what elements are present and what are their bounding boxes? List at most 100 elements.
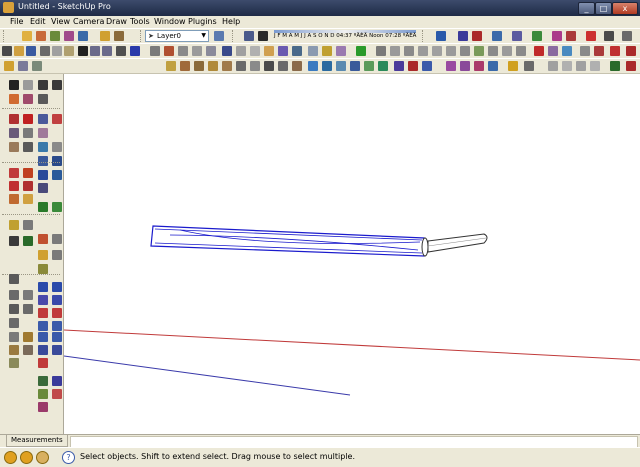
export-icon[interactable] — [408, 61, 418, 71]
next-view-icon[interactable] — [23, 181, 33, 191]
menu-window[interactable]: Window — [154, 17, 186, 26]
cut-icon[interactable] — [40, 46, 50, 56]
monochrome-icon[interactable] — [292, 46, 302, 56]
sandbox-flip-tool-icon[interactable] — [38, 308, 48, 318]
textured-style-icon[interactable] — [23, 332, 33, 342]
plugin-c-icon[interactable] — [576, 61, 586, 71]
position-camera-icon[interactable] — [532, 31, 542, 41]
layer-select[interactable]: ➤ Layer0 ▼ — [145, 30, 209, 42]
textured-icon[interactable] — [278, 46, 288, 56]
view-iso-icon[interactable] — [9, 274, 19, 284]
view-top-icon[interactable] — [9, 290, 19, 300]
view-back-icon[interactable] — [23, 304, 33, 314]
intersect-icon[interactable] — [390, 46, 400, 56]
undo-arrow-icon[interactable] — [90, 46, 100, 56]
ellipse-curve-icon[interactable] — [52, 389, 62, 399]
protractor-icon[interactable] — [580, 46, 590, 56]
follow-me-icon[interactable] — [322, 46, 332, 56]
sandbox-from-contours-icon[interactable] — [38, 234, 48, 244]
toggle-terrain-icon[interactable] — [38, 264, 48, 274]
view-front-icon[interactable] — [23, 290, 33, 300]
view-left-icon[interactable] — [9, 318, 19, 328]
move-tool-icon[interactable] — [52, 114, 62, 124]
blade-guard[interactable] — [421, 237, 429, 257]
undo-icon[interactable] — [552, 31, 562, 41]
tape-measure-icon[interactable] — [356, 46, 366, 56]
monochrome-style-icon[interactable] — [9, 358, 19, 368]
axes-tool-icon[interactable] — [23, 220, 33, 230]
photo-texture-icon[interactable] — [114, 31, 124, 41]
menu-help[interactable]: Help — [222, 17, 240, 26]
eraser-tool-icon[interactable] — [23, 94, 33, 104]
overflow-icon[interactable] — [622, 31, 632, 41]
push-pull-icon[interactable] — [308, 46, 318, 56]
dynamic-component-icon[interactable] — [350, 61, 360, 71]
menu-plugins[interactable]: Plugins — [188, 17, 217, 26]
menu-tools[interactable]: Tools — [130, 17, 150, 26]
explode-icon[interactable] — [278, 61, 288, 71]
plugin-d-icon[interactable] — [590, 61, 600, 71]
text-tool-icon[interactable] — [548, 46, 558, 56]
flip-icon[interactable] — [208, 61, 218, 71]
animation-icon[interactable] — [474, 61, 484, 71]
sandbox-icon[interactable] — [586, 31, 596, 41]
protractor-tool-icon[interactable] — [9, 220, 19, 230]
copy-icon[interactable] — [52, 46, 62, 56]
dimension-icon[interactable] — [562, 46, 572, 56]
look-around-icon[interactable] — [512, 31, 522, 41]
paste-icon[interactable] — [64, 46, 74, 56]
terrain-icon[interactable] — [378, 61, 388, 71]
hidden-line-icon[interactable] — [250, 46, 260, 56]
plugin-a-icon[interactable] — [548, 61, 558, 71]
three-d-text-icon[interactable] — [610, 46, 620, 56]
text-tool-icon[interactable] — [38, 202, 48, 212]
position-camera-tool-icon[interactable] — [38, 183, 48, 193]
draw-curve-icon[interactable] — [38, 376, 48, 386]
previous-view-icon[interactable] — [9, 181, 19, 191]
plugin-e-icon[interactable] — [610, 61, 620, 71]
front-view-icon[interactable] — [192, 46, 202, 56]
getting-started-icon[interactable] — [22, 31, 32, 41]
zoom-extents-tool-icon[interactable] — [52, 170, 62, 180]
style-builder-icon[interactable] — [446, 61, 456, 71]
help-icon[interactable]: ? — [62, 451, 75, 464]
scene-icon[interactable] — [4, 61, 14, 71]
credits-status-icon[interactable] — [20, 451, 33, 464]
preferences-icon[interactable] — [524, 61, 534, 71]
menu-draw[interactable]: Draw — [106, 17, 127, 26]
shadow-settings-icon[interactable] — [244, 31, 254, 41]
offset-tool-icon[interactable] — [38, 156, 48, 166]
move-icon[interactable] — [180, 61, 190, 71]
back-edges-icon[interactable] — [23, 345, 33, 355]
erase-icon[interactable] — [78, 46, 88, 56]
axes-tool-icon[interactable] — [594, 46, 604, 56]
array-icon[interactable] — [236, 61, 246, 71]
drawing-area[interactable] — [64, 74, 640, 434]
view-options-icon[interactable] — [604, 31, 614, 41]
make-component-icon[interactable] — [23, 80, 33, 90]
polygon-tool-icon[interactable] — [9, 142, 19, 152]
follow-me-tool-icon[interactable] — [38, 142, 48, 152]
tape-tool-icon[interactable] — [52, 156, 62, 166]
circle-tool-icon[interactable] — [9, 128, 19, 138]
model-info-icon[interactable] — [130, 46, 140, 56]
sun-icon[interactable] — [508, 61, 518, 71]
pan-tool-icon[interactable] — [23, 168, 33, 178]
scale-tool-icon[interactable] — [52, 142, 62, 152]
rotate-icon[interactable] — [166, 61, 176, 71]
wireframe-icon[interactable] — [236, 46, 246, 56]
sandbox-stamp-tool-icon[interactable] — [52, 282, 62, 292]
layer-manager-icon[interactable] — [214, 31, 224, 41]
group-icon[interactable] — [292, 61, 302, 71]
pencil-curve-icon[interactable] — [38, 389, 48, 399]
xray-icon[interactable] — [222, 46, 232, 56]
sandbox-smoove-icon[interactable] — [460, 46, 470, 56]
place-model-icon[interactable] — [38, 250, 48, 260]
overflow-icon[interactable] — [626, 61, 636, 71]
import-icon[interactable] — [422, 61, 432, 71]
sketchup-app-icon[interactable] — [3, 2, 14, 13]
warehouse-icon[interactable] — [36, 31, 46, 41]
orbit-tool-icon[interactable] — [9, 168, 19, 178]
union-tool-icon[interactable] — [52, 332, 62, 342]
geo-location-status-icon[interactable] — [4, 451, 17, 464]
